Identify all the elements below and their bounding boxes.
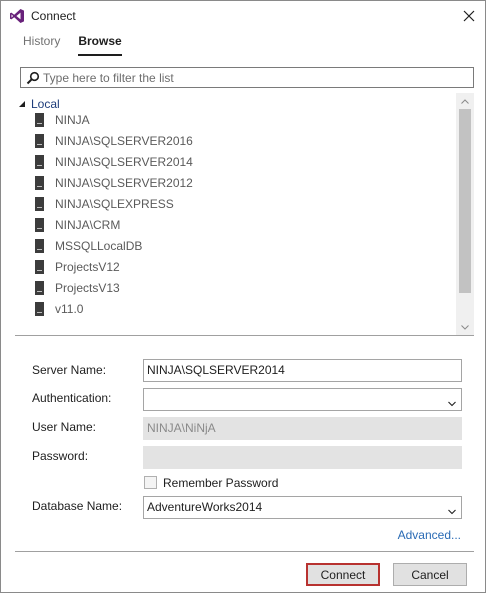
- divider: [15, 335, 474, 336]
- expanded-triangle-icon[interactable]: [15, 95, 29, 113]
- server-item-sqlserver2012[interactable]: NINJA\SQLSERVER2012: [35, 173, 193, 193]
- database-name-label: Database Name:: [32, 499, 123, 513]
- database-name-value: AdventureWorks2014: [147, 500, 263, 514]
- chevron-down-icon: [448, 504, 456, 515]
- server-icon: [35, 113, 44, 127]
- server-item-label: NINJA\SQLSERVER2016: [55, 134, 193, 148]
- server-item-label: NINJA\CRM: [55, 218, 121, 232]
- chevron-down-icon: [448, 396, 456, 407]
- server-icon: [35, 197, 44, 211]
- password-field: [143, 446, 462, 469]
- filter-box: [20, 67, 474, 88]
- server-icon: [35, 155, 44, 169]
- server-icon: [35, 281, 44, 295]
- search-icon: [26, 71, 40, 85]
- close-icon: [463, 10, 475, 22]
- server-item-label: ProjectsV12: [55, 260, 120, 274]
- server-item-projectsv13[interactable]: ProjectsV13: [35, 278, 120, 298]
- tab-strip: History Browse: [23, 34, 122, 56]
- close-button[interactable]: [457, 4, 481, 28]
- connect-dialog: Connect History Browse Local NINJ: [0, 0, 486, 593]
- server-item-label: NINJA: [55, 113, 90, 127]
- server-tree: Local NINJA NINJA\SQLSERVER2016 NINJA\SQ…: [15, 93, 475, 335]
- scroll-down-button[interactable]: [456, 319, 474, 335]
- tab-history[interactable]: History: [23, 34, 60, 56]
- tree-scrollbar[interactable]: [456, 93, 474, 335]
- scroll-up-button[interactable]: [456, 93, 474, 109]
- server-icon: [35, 134, 44, 148]
- database-name-select[interactable]: AdventureWorks2014: [143, 496, 462, 519]
- server-name-field[interactable]: NINJA\SQLSERVER2014: [143, 359, 462, 382]
- server-item-label: ProjectsV13: [55, 281, 120, 295]
- server-name-label: Server Name:: [32, 363, 107, 377]
- authentication-select[interactable]: [143, 388, 462, 411]
- password-label: Password:: [32, 449, 89, 463]
- server-icon: [35, 218, 44, 232]
- title-bar: Connect: [1, 1, 485, 31]
- server-item-sqlexpress[interactable]: NINJA\SQLEXPRESS: [35, 194, 174, 214]
- chevron-up-icon: [461, 98, 469, 104]
- server-item-label: NINJA\SQLSERVER2014: [55, 155, 193, 169]
- tree-node-local-label: Local: [31, 97, 60, 111]
- user-name-field: NINJA\NiNjA: [143, 417, 462, 440]
- server-item-sqlserver2014[interactable]: NINJA\SQLSERVER2014: [35, 152, 193, 172]
- server-icon: [35, 239, 44, 253]
- remember-password-checkbox[interactable]: [144, 476, 157, 489]
- visual-studio-icon: [9, 8, 25, 24]
- server-icon: [35, 260, 44, 274]
- cancel-button[interactable]: Cancel: [393, 563, 467, 586]
- server-icon: [35, 302, 44, 316]
- tab-browse[interactable]: Browse: [78, 34, 122, 56]
- window-title: Connect: [31, 9, 76, 23]
- user-name-label: User Name:: [32, 420, 97, 434]
- advanced-link[interactable]: Advanced...: [398, 528, 461, 542]
- chevron-down-icon: [461, 324, 469, 330]
- server-item-projectsv12[interactable]: ProjectsV12: [35, 257, 120, 277]
- server-item-label: MSSQLLocalDB: [55, 239, 143, 253]
- divider: [15, 551, 474, 552]
- server-item-ninja[interactable]: NINJA: [35, 110, 90, 130]
- server-item-label: v11.0: [55, 302, 84, 316]
- server-item-v11[interactable]: v11.0: [35, 299, 83, 319]
- filter-input[interactable]: [43, 69, 463, 86]
- server-item-crm[interactable]: NINJA\CRM: [35, 215, 120, 235]
- connect-button[interactable]: Connect: [306, 563, 380, 586]
- server-item-sqlserver2016[interactable]: NINJA\SQLSERVER2016: [35, 131, 193, 151]
- server-item-mssqllocaldb[interactable]: MSSQLLocalDB: [35, 236, 142, 256]
- remember-password-label: Remember Password: [163, 476, 279, 490]
- authentication-label: Authentication:: [32, 391, 112, 405]
- server-icon: [35, 176, 44, 190]
- scroll-thumb[interactable]: [459, 109, 471, 293]
- server-item-label: NINJA\SQLEXPRESS: [55, 197, 174, 211]
- server-item-label: NINJA\SQLSERVER2012: [55, 176, 193, 190]
